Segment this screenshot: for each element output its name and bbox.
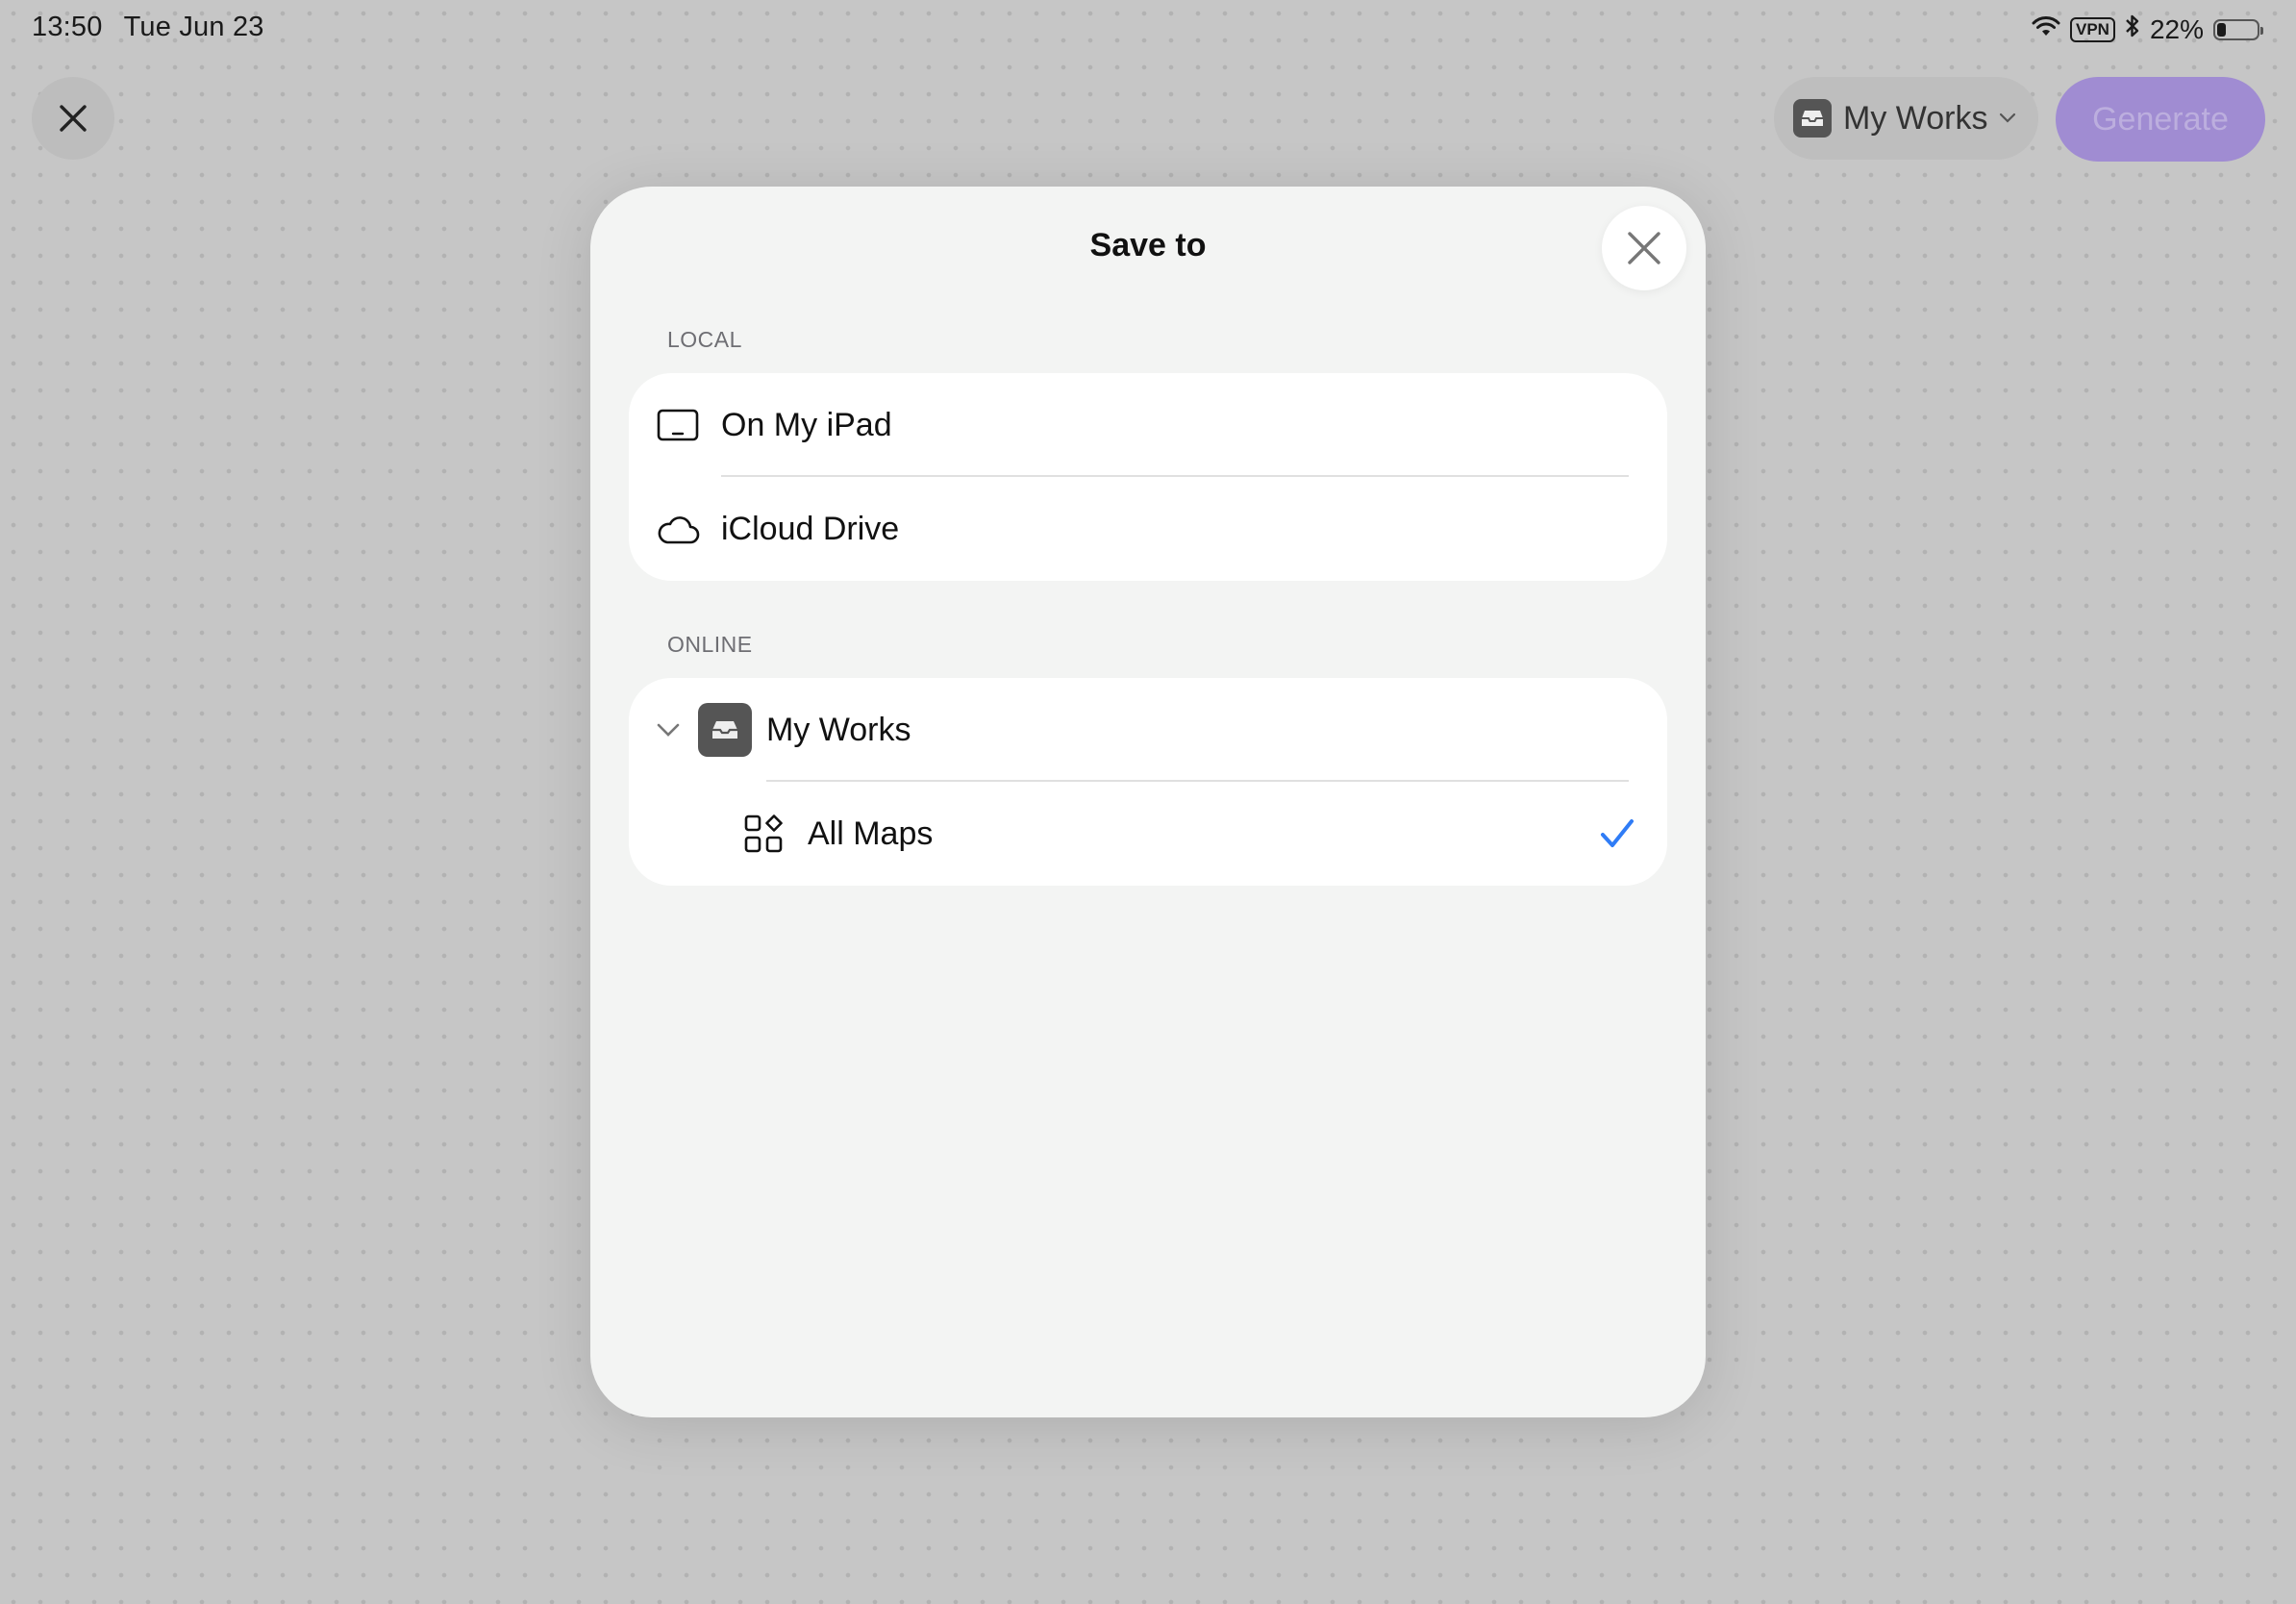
cloud-icon	[656, 513, 700, 545]
ipad-icon	[656, 409, 700, 441]
vpn-badge: VPN	[2069, 16, 2115, 42]
location-on-my-ipad[interactable]: On My iPad	[629, 373, 1667, 477]
drawer-icon	[698, 703, 752, 757]
status-bar-datetime: 13:50 Tue Jun 23	[32, 12, 286, 43]
dialog-title: Save to	[1089, 227, 1207, 263]
chevron-down-icon	[2000, 113, 2016, 123]
dialog-close-button[interactable]	[1602, 206, 1686, 290]
status-time: 13:50	[32, 12, 103, 42]
bluetooth-icon	[2125, 13, 2140, 45]
status-bar-indicators: VPN 22%	[2032, 13, 2263, 45]
section-header-online: ONLINE	[667, 632, 753, 657]
location-icloud-drive[interactable]: iCloud Drive	[629, 477, 1667, 581]
online-locations-group: My Works All Maps	[629, 678, 1667, 886]
wifi-icon	[2032, 14, 2060, 45]
drawer-icon	[1793, 99, 1832, 138]
workspace-row-my-works[interactable]: My Works	[629, 678, 1667, 782]
battery-level	[2217, 22, 2226, 37]
local-locations-group: On My iPad iCloud Drive	[629, 373, 1667, 581]
workspace-label: My Works	[766, 711, 911, 748]
close-icon	[60, 105, 87, 132]
location-label: iCloud Drive	[721, 510, 900, 547]
workspace-label: My Works	[1843, 99, 1988, 137]
battery-percent: 22%	[2149, 13, 2204, 44]
workspace-selector[interactable]: My Works	[1774, 77, 2038, 160]
section-header-local: LOCAL	[667, 327, 742, 352]
battery-icon	[2213, 18, 2263, 40]
generate-button[interactable]: Generate	[2056, 77, 2265, 162]
folder-label: All Maps	[808, 815, 934, 852]
close-editor-button[interactable]	[32, 77, 114, 160]
checkmark-icon	[1600, 818, 1635, 849]
location-label: On My iPad	[721, 406, 892, 443]
chevron-down-icon[interactable]	[656, 723, 681, 737]
grid-icon	[744, 815, 783, 853]
status-date: Tue Jun 23	[123, 12, 264, 42]
folder-row-all-maps[interactable]: All Maps	[629, 782, 1667, 886]
save-to-dialog: Save to LOCAL On My iPad iCloud Drive ON…	[590, 187, 1706, 1417]
close-icon	[1628, 232, 1660, 264]
